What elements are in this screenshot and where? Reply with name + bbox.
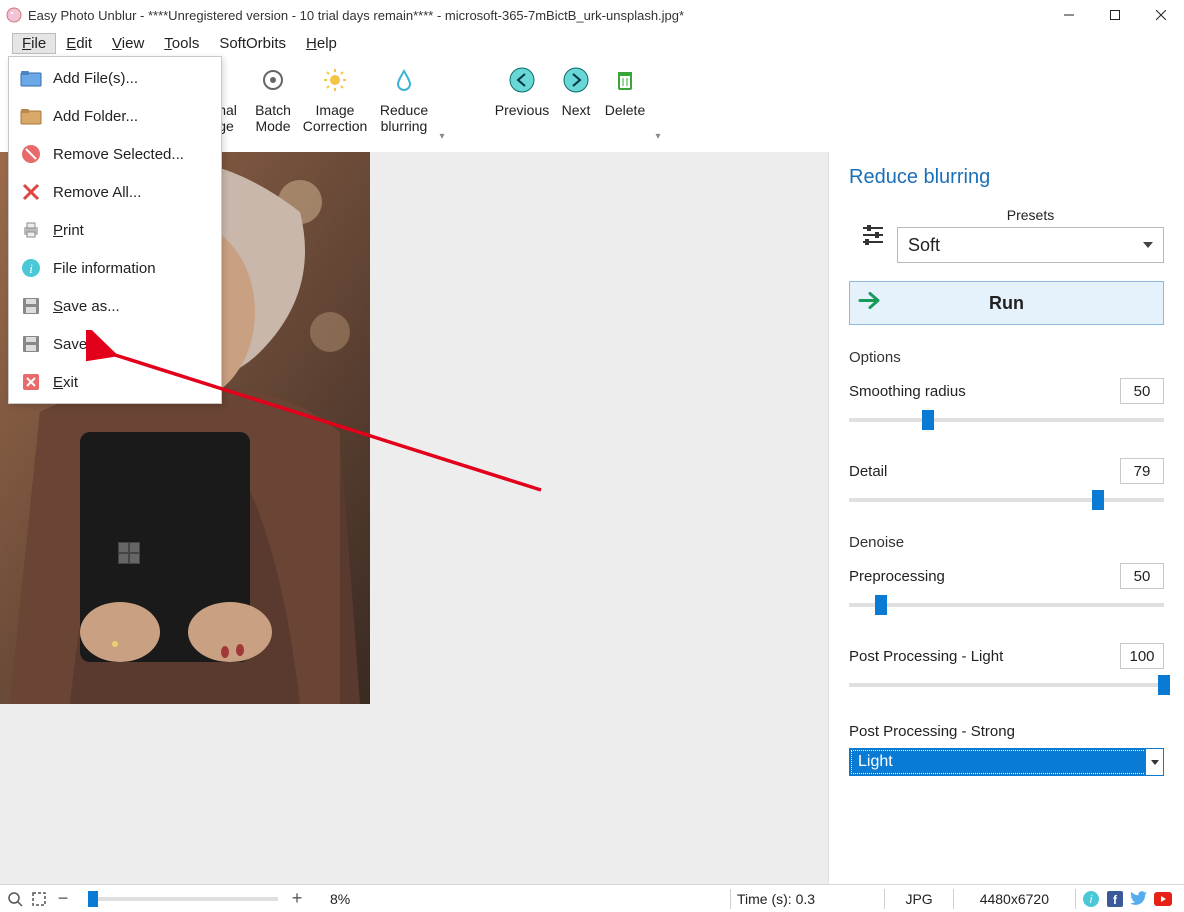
smoothing-slider[interactable] (849, 410, 1164, 430)
run-button[interactable]: Run (849, 281, 1164, 325)
detail-label: Detail (849, 463, 887, 480)
side-panel: Reduce blurring Presets Soft Run Options… (828, 152, 1184, 884)
file-add-icon (19, 66, 43, 90)
trash-icon (611, 66, 639, 94)
smoothing-label: Smoothing radius (849, 383, 966, 400)
detail-value[interactable]: 79 (1120, 458, 1164, 484)
app-icon (6, 7, 22, 23)
detail-slider[interactable] (849, 490, 1164, 510)
pp-strong-select[interactable]: Light (849, 748, 1164, 776)
menu-view[interactable]: View (102, 33, 154, 54)
tool-next[interactable]: Next (554, 62, 598, 146)
param-smoothing: Smoothing radius 50 (849, 378, 1164, 430)
presets-label: Presets (897, 207, 1164, 223)
close-button[interactable] (1138, 0, 1184, 30)
exit-icon (19, 370, 43, 394)
menu-item-file-info[interactable]: i File information (9, 249, 221, 287)
remove-all-icon (19, 180, 43, 204)
status-format: JPG (891, 891, 946, 907)
droplet-icon (390, 66, 418, 94)
param-preprocessing: Preprocessing 50 (849, 563, 1164, 615)
menu-item-exit[interactable]: Exit (9, 363, 221, 401)
panel-title: Reduce blurring (849, 166, 1164, 189)
run-arrow-icon (858, 291, 884, 316)
sliders-icon (849, 222, 897, 248)
toolbar-dropdown-2[interactable]: ▾ (652, 62, 664, 146)
denoise-heading: Denoise (849, 534, 1164, 551)
preprocessing-value[interactable]: 50 (1120, 563, 1164, 589)
save-icon (19, 332, 43, 356)
maximize-button[interactable] (1092, 0, 1138, 30)
menu-help[interactable]: Help (296, 33, 347, 54)
pp-strong-label: Post Processing - Strong (849, 723, 1164, 740)
menu-file[interactable]: File (12, 33, 56, 54)
folder-icon (19, 104, 43, 128)
remove-icon (19, 142, 43, 166)
param-pp-light: Post Processing - Light 100 (849, 643, 1164, 695)
file-menu-dropdown: Add File(s)... Add Folder... Remove Sele… (8, 56, 222, 404)
chevron-down-icon[interactable] (1145, 749, 1163, 775)
minimize-button[interactable] (1046, 0, 1092, 30)
preprocessing-label: Preprocessing (849, 568, 945, 585)
param-detail: Detail 79 (849, 458, 1164, 510)
menu-edit[interactable]: Edit (56, 33, 102, 54)
next-icon (562, 66, 590, 94)
brightness-icon (321, 66, 349, 94)
menu-item-save-as[interactable]: Save as... (9, 287, 221, 325)
menu-item-remove-selected[interactable]: Remove Selected... (9, 135, 221, 173)
youtube-icon[interactable] (1154, 890, 1172, 908)
status-time: Time (s): 0.3 (737, 891, 815, 907)
preprocessing-slider[interactable] (849, 595, 1164, 615)
zoom-out-icon[interactable]: − (54, 890, 72, 908)
zoom-percent: 8% (330, 891, 350, 907)
menu-item-print[interactable]: Print (9, 211, 221, 249)
info-icon: i (19, 256, 43, 280)
save-as-icon (19, 294, 43, 318)
previous-icon (508, 66, 536, 94)
zoom-slider[interactable] (88, 897, 278, 901)
presets-select[interactable]: Soft (897, 227, 1164, 263)
options-heading: Options (849, 349, 1164, 366)
fit-screen-icon[interactable] (30, 890, 48, 908)
status-bar: − + 8% Time (s): 0.3 JPG 4480x6720 i f (0, 884, 1184, 912)
info-status-icon[interactable]: i (1082, 890, 1100, 908)
zoom-tool-icon[interactable] (6, 890, 24, 908)
menu-item-save[interactable]: Save (9, 325, 221, 363)
zoom-in-icon[interactable]: + (288, 890, 306, 908)
title-bar: Easy Photo Unblur - ****Unregistered ver… (0, 0, 1184, 30)
menu-bar: File Edit View Tools SoftOrbits Help (0, 30, 1184, 56)
menu-item-remove-all[interactable]: Remove All... (9, 173, 221, 211)
menu-item-add-folder[interactable]: Add Folder... (9, 97, 221, 135)
svg-text:i: i (29, 261, 33, 276)
pp-light-value[interactable]: 100 (1120, 643, 1164, 669)
pp-light-label: Post Processing - Light (849, 648, 1003, 665)
toolbar-dropdown-1[interactable]: ▾ (436, 62, 448, 146)
gear-icon (259, 66, 287, 94)
pp-light-slider[interactable] (849, 675, 1164, 695)
window-title: Easy Photo Unblur - ****Unregistered ver… (28, 8, 1046, 23)
twitter-icon[interactable] (1130, 890, 1148, 908)
print-icon (19, 218, 43, 242)
param-pp-strong: Post Processing - Strong Light (849, 723, 1164, 776)
tool-image-correction[interactable]: Image Correction (298, 62, 372, 146)
smoothing-value[interactable]: 50 (1120, 378, 1164, 404)
facebook-icon[interactable]: f (1106, 890, 1124, 908)
menu-tools[interactable]: Tools (154, 33, 209, 54)
tool-reduce-blurring[interactable]: Reduce blurring (372, 62, 436, 146)
menu-item-add-files[interactable]: Add File(s)... (9, 59, 221, 97)
tool-batch-mode[interactable]: Batch Mode (248, 62, 298, 146)
status-dimensions: 4480x6720 (960, 891, 1069, 907)
tool-delete[interactable]: Delete (598, 62, 652, 146)
menu-softorbits[interactable]: SoftOrbits (209, 33, 296, 54)
tool-previous[interactable]: Previous (490, 62, 554, 146)
